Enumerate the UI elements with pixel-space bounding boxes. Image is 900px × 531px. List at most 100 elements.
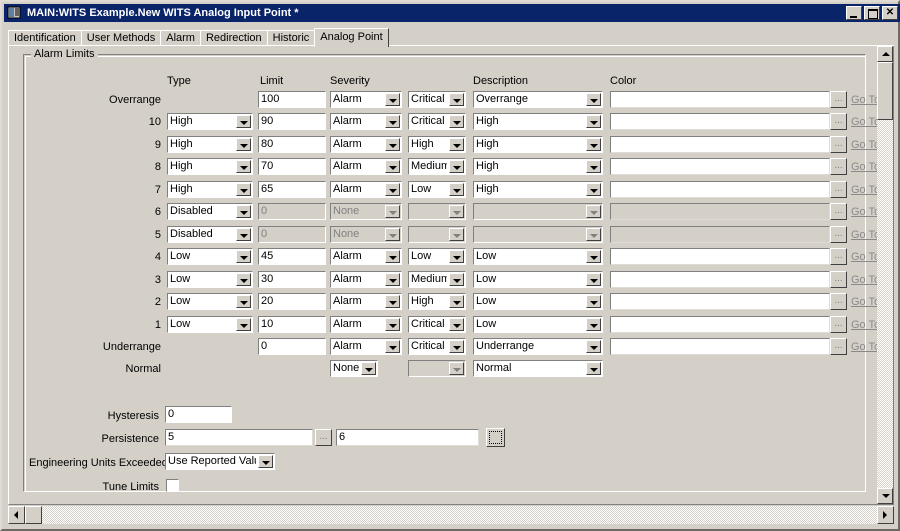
horizontal-scroll-thumb[interactable] — [25, 506, 42, 524]
color-input[interactable] — [610, 158, 830, 175]
description-combo[interactable]: Low — [473, 248, 603, 265]
limit-input[interactable]: 90 — [258, 113, 326, 130]
go-to-link[interactable]: Go To — [851, 139, 880, 151]
alarm-action-combo[interactable]: None — [330, 360, 378, 377]
chevron-down-icon[interactable] — [586, 160, 601, 173]
alarm-action-combo[interactable]: Alarm — [330, 158, 402, 175]
color-input[interactable] — [610, 271, 830, 288]
chevron-down-icon[interactable] — [586, 362, 601, 375]
tab-identification[interactable]: Identification — [8, 30, 82, 46]
alarm-action-combo[interactable]: Alarm — [330, 181, 402, 198]
chevron-down-icon[interactable] — [385, 138, 400, 151]
chevron-down-icon[interactable] — [449, 183, 464, 196]
chevron-down-icon[interactable] — [449, 250, 464, 263]
tab-analog-point[interactable]: Analog Point — [314, 28, 388, 47]
chevron-down-icon[interactable] — [449, 295, 464, 308]
color-input[interactable] — [610, 136, 830, 153]
chevron-down-icon[interactable] — [586, 138, 601, 151]
color-input[interactable] — [610, 293, 830, 310]
chevron-down-icon[interactable] — [385, 183, 400, 196]
alarm-action-combo[interactable]: Alarm — [330, 136, 402, 153]
severity-combo[interactable]: Low — [408, 248, 466, 265]
type-combo[interactable]: High — [167, 181, 253, 198]
color-browse-button[interactable]: ... — [830, 226, 847, 243]
chevron-down-icon[interactable] — [361, 362, 376, 375]
tab-alarm[interactable]: Alarm — [160, 30, 201, 46]
description-combo[interactable]: High — [473, 158, 603, 175]
engineering-units-combo[interactable]: Use Reported Value — [165, 453, 275, 470]
alarm-action-combo[interactable]: Alarm — [330, 338, 402, 355]
scroll-right-button[interactable] — [877, 506, 894, 524]
color-input[interactable] — [610, 91, 830, 108]
chevron-down-icon[interactable] — [385, 93, 400, 106]
description-combo[interactable]: Overrange — [473, 91, 603, 108]
go-to-link[interactable]: Go To — [851, 251, 880, 263]
tune-limits-checkbox[interactable] — [166, 479, 179, 492]
alarm-action-combo[interactable]: Alarm — [330, 91, 402, 108]
limit-input[interactable]: 0 — [258, 338, 326, 355]
chevron-down-icon[interactable] — [449, 115, 464, 128]
severity-combo[interactable]: Critical — [408, 91, 466, 108]
go-to-link[interactable]: Go To — [851, 206, 880, 218]
chevron-down-icon[interactable] — [449, 93, 464, 106]
chevron-down-icon[interactable] — [385, 250, 400, 263]
type-combo[interactable]: Low — [167, 293, 253, 310]
color-browse-button[interactable]: ... — [830, 271, 847, 288]
alarm-action-combo[interactable]: Alarm — [330, 248, 402, 265]
severity-combo[interactable]: Critical — [408, 316, 466, 333]
alarm-action-combo[interactable]: Alarm — [330, 316, 402, 333]
severity-combo[interactable]: High — [408, 136, 466, 153]
chevron-down-icon[interactable] — [449, 160, 464, 173]
chevron-down-icon[interactable] — [385, 115, 400, 128]
persistence-secondary-input[interactable]: 6 — [336, 429, 479, 446]
color-browse-button[interactable]: ... — [830, 181, 847, 198]
color-input[interactable] — [610, 338, 830, 355]
type-combo[interactable]: Disabled — [167, 226, 253, 243]
chevron-down-icon[interactable] — [236, 273, 251, 286]
chevron-down-icon[interactable] — [449, 318, 464, 331]
go-to-link[interactable]: Go To — [851, 341, 880, 353]
limit-input[interactable]: 45 — [258, 248, 326, 265]
persistence-browse-button[interactable]: ... — [315, 429, 332, 446]
description-combo[interactable]: Low — [473, 293, 603, 310]
chevron-down-icon[interactable] — [586, 295, 601, 308]
chevron-down-icon[interactable] — [385, 295, 400, 308]
maximize-button[interactable] — [864, 6, 880, 20]
chevron-down-icon[interactable] — [586, 340, 601, 353]
go-to-link[interactable]: Go To — [851, 319, 880, 331]
color-browse-button[interactable]: ... — [830, 338, 847, 355]
vertical-scroll-thumb[interactable] — [877, 62, 893, 120]
type-combo[interactable]: Disabled — [167, 203, 253, 220]
description-combo[interactable]: High — [473, 113, 603, 130]
hysteresis-input[interactable]: 0 — [165, 406, 232, 423]
chevron-down-icon[interactable] — [236, 250, 251, 263]
color-browse-button[interactable]: ... — [830, 248, 847, 265]
color-input[interactable] — [610, 181, 830, 198]
chevron-down-icon[interactable] — [586, 115, 601, 128]
type-combo[interactable]: Low — [167, 248, 253, 265]
description-combo[interactable]: High — [473, 181, 603, 198]
chevron-down-icon[interactable] — [385, 318, 400, 331]
chevron-down-icon[interactable] — [449, 340, 464, 353]
chevron-down-icon[interactable] — [236, 115, 251, 128]
chevron-down-icon[interactable] — [586, 273, 601, 286]
chevron-down-icon[interactable] — [236, 228, 251, 241]
alarm-action-combo[interactable]: Alarm — [330, 271, 402, 288]
description-combo[interactable]: Low — [473, 271, 603, 288]
persistence-secondary-browse-button[interactable] — [486, 428, 505, 447]
color-browse-button[interactable]: ... — [830, 158, 847, 175]
color-browse-button[interactable]: ... — [830, 203, 847, 220]
limit-input[interactable]: 10 — [258, 316, 326, 333]
color-input[interactable] — [610, 113, 830, 130]
limit-input[interactable]: 20 — [258, 293, 326, 310]
limit-input[interactable]: 80 — [258, 136, 326, 153]
color-browse-button[interactable]: ... — [830, 316, 847, 333]
chevron-down-icon[interactable] — [236, 205, 251, 218]
severity-combo[interactable]: Low — [408, 181, 466, 198]
severity-combo[interactable]: High — [408, 293, 466, 310]
type-combo[interactable]: High — [167, 136, 253, 153]
type-combo[interactable]: High — [167, 113, 253, 130]
color-input[interactable] — [610, 248, 830, 265]
horizontal-scrollbar[interactable] — [8, 506, 894, 524]
go-to-link[interactable]: Go To — [851, 274, 880, 286]
